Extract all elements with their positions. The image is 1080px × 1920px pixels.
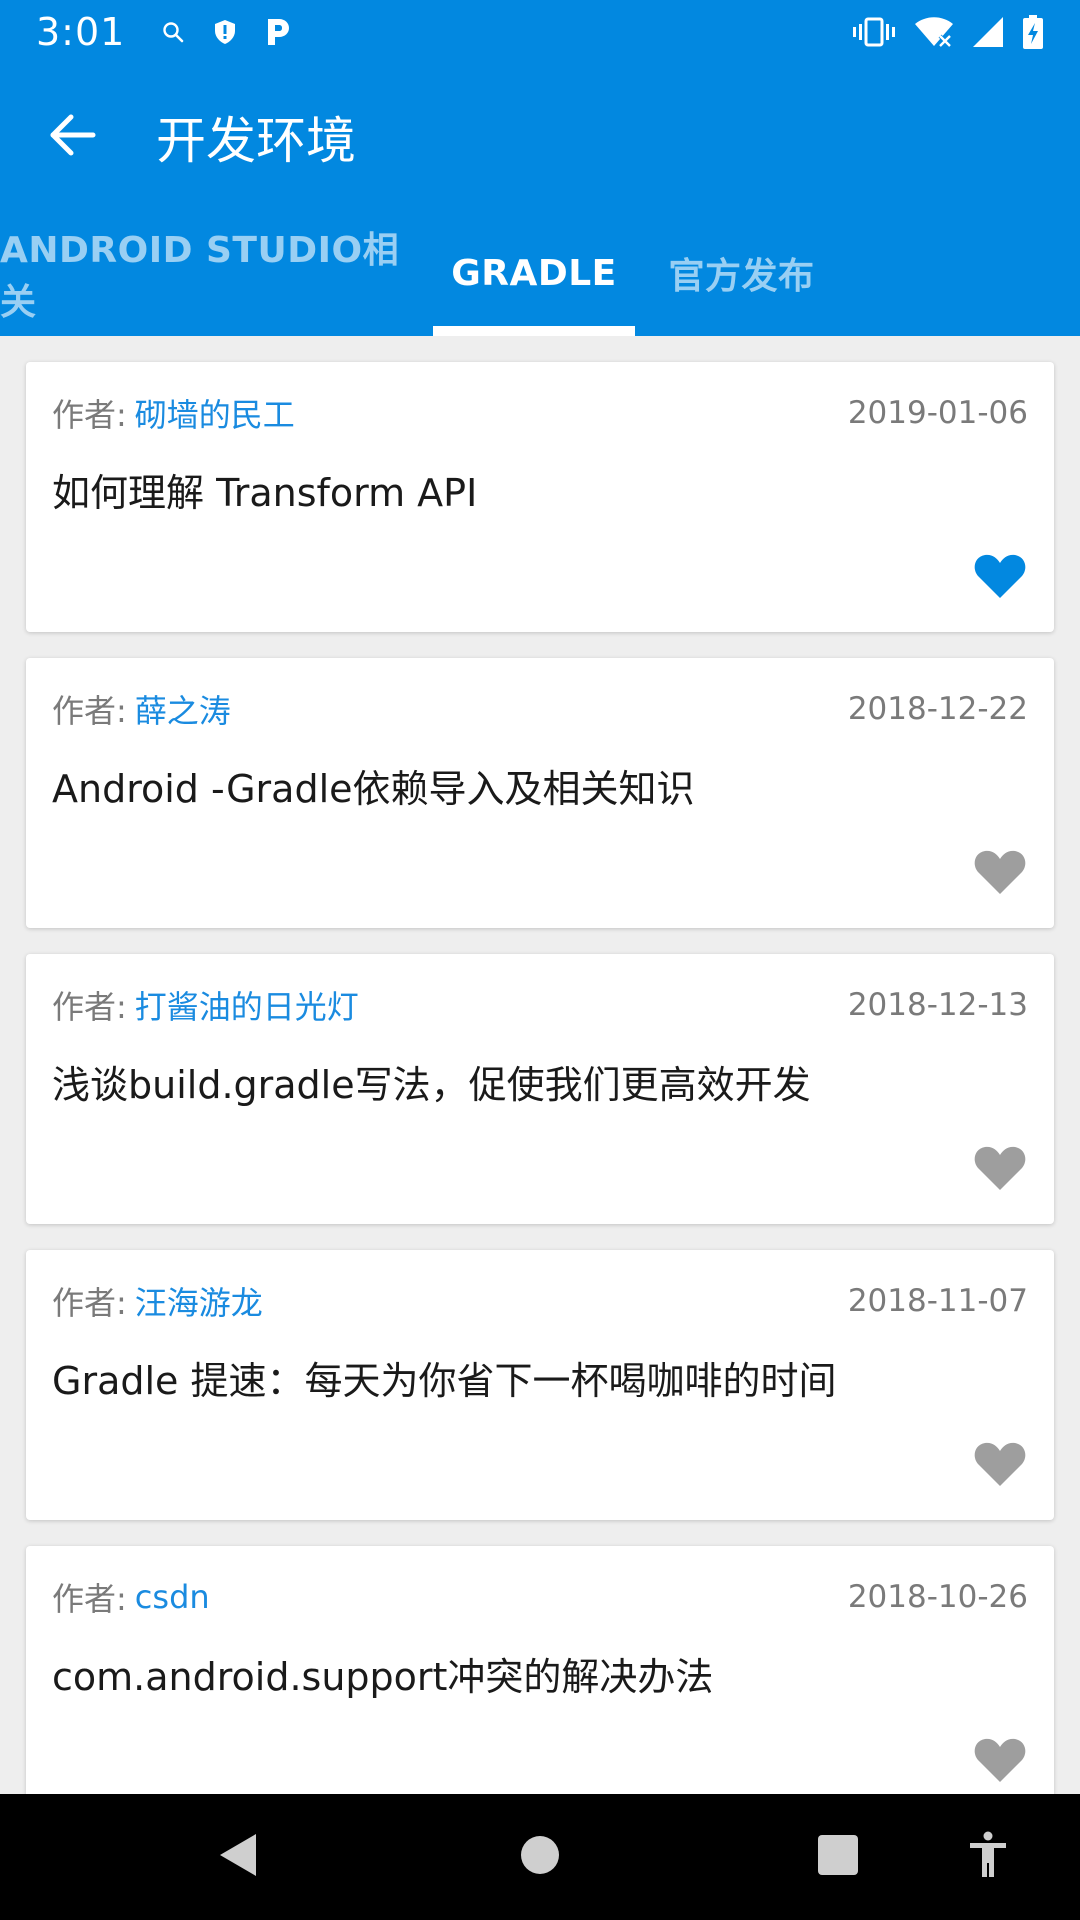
article-title: 浅谈build.gradle写法，促使我们更高效开发 xyxy=(52,1063,811,1107)
tab-official-release[interactable]: 官方发布 xyxy=(635,210,848,336)
home-circle-icon xyxy=(520,1835,560,1879)
author-label: 作者: xyxy=(52,692,127,730)
article-title: Gradle 提速：每天为你省下一杯喝咖啡的时间 xyxy=(52,1359,837,1403)
article-meta: 作者: 薛之涛 2018-12-22 xyxy=(52,686,1028,732)
author-label: 作者: xyxy=(52,988,127,1026)
favorite-button[interactable] xyxy=(972,1438,1028,1494)
author-name[interactable]: csdn xyxy=(135,1578,210,1616)
battery-charging-icon xyxy=(1022,14,1044,49)
status-right-icons xyxy=(852,14,1044,49)
vibrate-icon xyxy=(852,17,896,47)
article-meta: 作者: csdn 2018-10-26 xyxy=(52,1574,1028,1620)
author-name[interactable]: 汪海游龙 xyxy=(135,1278,263,1324)
p-app-icon xyxy=(265,17,291,47)
favorite-button[interactable] xyxy=(972,1734,1028,1790)
tab-gradle[interactable]: GRADLE xyxy=(433,210,635,336)
author-name[interactable]: 打酱油的日光灯 xyxy=(135,982,359,1028)
signal-icon xyxy=(972,16,1004,48)
author-name[interactable]: 砌墙的民工 xyxy=(135,390,295,436)
article-card[interactable]: 作者: 汪海游龙 2018-11-07 Gradle 提速：每天为你省下一杯喝咖… xyxy=(26,1250,1054,1520)
author-label: 作者: xyxy=(52,396,127,434)
screen: 3:01 开发环境 ANDROID STUDIO相关 GRADLE 官方发布 作… xyxy=(0,0,1080,1920)
heart-icon xyxy=(973,1144,1027,1196)
nav-recents-button[interactable] xyxy=(778,1794,898,1920)
article-title: 如何理解 Transform API xyxy=(52,471,478,515)
article-date: 2018-10-26 xyxy=(847,1579,1028,1615)
heart-icon xyxy=(973,552,1027,604)
app-bar: 开发环境 xyxy=(0,63,1080,210)
tab-bar: ANDROID STUDIO相关 GRADLE 官方发布 xyxy=(0,210,1080,336)
accessibility-icon xyxy=(968,1831,1008,1883)
system-nav-bar xyxy=(0,1794,1080,1920)
article-date: 2018-12-22 xyxy=(847,691,1028,727)
favorite-button[interactable] xyxy=(972,1142,1028,1198)
shield-icon xyxy=(213,19,237,45)
back-triangle-icon xyxy=(216,1831,260,1883)
nav-accessibility-button[interactable] xyxy=(928,1794,1048,1920)
recents-square-icon xyxy=(817,1834,859,1880)
article-card[interactable]: 作者: csdn 2018-10-26 com.android.support冲… xyxy=(26,1546,1054,1794)
author-label: 作者: xyxy=(52,1580,127,1618)
back-button[interactable] xyxy=(0,63,148,210)
article-meta: 作者: 砌墙的民工 2019-01-06 xyxy=(52,390,1028,436)
article-card[interactable]: 作者: 薛之涛 2018-12-22 Android -Gradle依赖导入及相… xyxy=(26,658,1054,928)
article-title: com.android.support冲突的解决办法 xyxy=(52,1655,714,1699)
status-bar: 3:01 xyxy=(0,0,1080,63)
article-date: 2018-12-13 xyxy=(847,987,1028,1023)
favorite-button[interactable] xyxy=(972,550,1028,606)
article-meta: 作者: 汪海游龙 2018-11-07 xyxy=(52,1278,1028,1324)
tab-android-studio[interactable]: ANDROID STUDIO相关 xyxy=(0,210,433,336)
article-date: 2018-11-07 xyxy=(847,1283,1028,1319)
article-list[interactable]: 作者: 砌墙的民工 2019-01-06 如何理解 Transform API … xyxy=(0,336,1080,1794)
article-meta: 作者: 打酱油的日光灯 2018-12-13 xyxy=(52,982,1028,1028)
article-card[interactable]: 作者: 砌墙的民工 2019-01-06 如何理解 Transform API xyxy=(26,362,1054,632)
wifi-off-icon xyxy=(914,16,954,48)
page-title: 开发环境 xyxy=(156,111,356,170)
search-icon xyxy=(161,20,185,44)
status-left-icons xyxy=(161,17,291,47)
heart-icon xyxy=(973,1440,1027,1492)
status-time: 3:01 xyxy=(36,9,126,54)
article-title: Android -Gradle依赖导入及相关知识 xyxy=(52,767,695,811)
arrow-back-icon xyxy=(49,113,97,161)
article-date: 2019-01-06 xyxy=(847,395,1028,431)
nav-home-button[interactable] xyxy=(480,1794,600,1920)
author-label: 作者: xyxy=(52,1284,127,1322)
article-card[interactable]: 作者: 打酱油的日光灯 2018-12-13 浅谈build.gradle写法，… xyxy=(26,954,1054,1224)
favorite-button[interactable] xyxy=(972,846,1028,902)
author-name[interactable]: 薛之涛 xyxy=(135,686,231,732)
nav-back-button[interactable] xyxy=(178,1794,298,1920)
heart-icon xyxy=(973,848,1027,900)
heart-icon xyxy=(973,1736,1027,1788)
